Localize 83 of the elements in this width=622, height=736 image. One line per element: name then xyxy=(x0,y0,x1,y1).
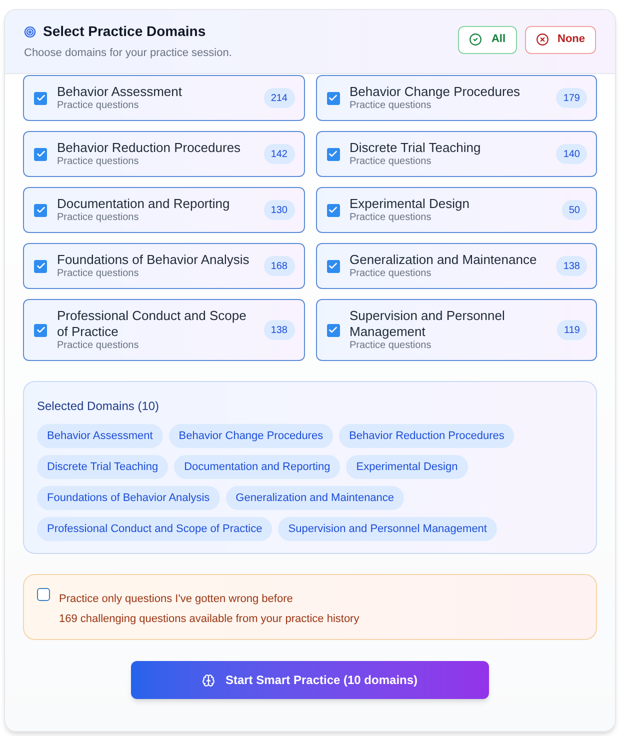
domain-title: Professional Conduct and Scope of Practice xyxy=(57,308,248,340)
domain-subtitle: Practice questions xyxy=(57,340,140,352)
checkmark-icon xyxy=(36,93,46,103)
domain-subtitle: Practice questions xyxy=(350,156,432,168)
checkbox[interactable] xyxy=(34,204,47,216)
checkmark-icon xyxy=(328,325,338,335)
count-badge: 119 xyxy=(557,320,587,340)
count-badge: 179 xyxy=(556,88,587,108)
domain-title: Discrete Trial Teaching xyxy=(350,140,482,156)
checkbox[interactable] xyxy=(326,324,340,336)
wrong-answers-label: Practice only questions I've gotten wrong before xyxy=(59,592,294,607)
header-title: Select Practice Domains xyxy=(43,22,206,42)
domain-chip: Documentation and Reporting xyxy=(174,455,340,479)
checkbox[interactable] xyxy=(326,260,340,272)
count-badge: 214 xyxy=(264,88,294,108)
domain-card[interactable]: Supervision and Personnel Management Practice questions 119 xyxy=(316,299,597,361)
checkbox[interactable] xyxy=(34,324,47,336)
checkmark-icon xyxy=(36,261,46,271)
domain-title: Behavior Assessment xyxy=(57,84,184,100)
domain-subtitle: Practice questions xyxy=(57,212,140,224)
checkbox[interactable] xyxy=(326,92,340,104)
domain-subtitle: Practice questions xyxy=(350,268,432,280)
checkmark-icon xyxy=(36,149,46,159)
domain-chip: Behavior Assessment xyxy=(37,424,163,448)
domain-title: Experimental Design xyxy=(350,196,470,212)
domain-title: Behavior Reduction Procedures xyxy=(57,140,242,156)
checkmark-icon xyxy=(328,93,338,103)
domain-card[interactable]: Professional Conduct and Scope of Practice Practice questions 138 xyxy=(23,299,304,361)
checkmark-icon xyxy=(36,205,46,215)
domain-card[interactable]: Documentation and Reporting Practice questions 130 xyxy=(23,187,304,233)
checkbox[interactable] xyxy=(34,92,47,104)
checkbox[interactable] xyxy=(34,260,47,272)
count-badge: 138 xyxy=(264,320,294,340)
count-badge: 130 xyxy=(264,200,294,220)
check-circle-icon xyxy=(469,33,482,46)
select-all-button[interactable]: All xyxy=(458,26,516,54)
count-badge: 142 xyxy=(264,144,294,164)
domain-card[interactable]: Generalization and Maintenance Practice questions 138 xyxy=(316,243,597,289)
checkmark-icon xyxy=(328,205,338,215)
domain-card[interactable]: Behavior Reduction Procedures Practice questions 142 xyxy=(23,131,304,177)
count-badge: 140 xyxy=(556,144,587,164)
domain-chip: Behavior Reduction Procedures xyxy=(339,424,514,448)
checkmark-icon xyxy=(328,261,338,271)
domain-title: Generalization and Maintenance xyxy=(350,252,538,268)
domain-chip: Experimental Design xyxy=(346,455,468,479)
domain-subtitle: Practice questions xyxy=(350,212,432,224)
domain-chip: Behavior Change Procedures xyxy=(168,424,334,448)
checkbox[interactable] xyxy=(326,148,340,160)
select-none-button[interactable]: None xyxy=(524,26,596,54)
checkmark-icon xyxy=(328,149,338,159)
checkbox[interactable] xyxy=(326,204,340,216)
count-badge: 168 xyxy=(264,256,294,276)
selected-domains-title: Selected Domains (10) xyxy=(37,398,160,415)
brain-icon xyxy=(202,674,216,686)
wrong-answers-note: 169 challenging questions available from your practice history xyxy=(59,612,360,627)
domain-card[interactable]: Behavior Change Procedures Practice questions 179 xyxy=(316,75,597,121)
start-practice-button[interactable]: Start Smart Practice (10 domains) xyxy=(131,661,489,699)
count-badge: 138 xyxy=(556,256,587,276)
domain-chip: Generalization and Maintenance xyxy=(226,486,404,510)
domain-title: Behavior Change Procedures xyxy=(350,84,522,100)
domain-title: Foundations of Behavior Analysis xyxy=(57,252,250,268)
count-badge: 50 xyxy=(562,200,587,220)
domain-subtitle: Practice questions xyxy=(57,268,140,280)
domain-card[interactable]: Experimental Design Practice questions 50 xyxy=(316,187,597,233)
checkbox[interactable] xyxy=(34,148,47,160)
domain-chip: Foundations of Behavior Analysis xyxy=(37,486,220,510)
domain-subtitle: Practice questions xyxy=(57,156,140,168)
domain-card[interactable]: Foundations of Behavior Analysis Practice questions 168 xyxy=(23,243,304,289)
domain-chip: Professional Conduct and Scope of Practice xyxy=(37,517,272,541)
domain-subtitle: Practice questions xyxy=(57,100,140,112)
domain-subtitle: Practice questions xyxy=(350,340,432,352)
domain-title: Documentation and Reporting xyxy=(57,196,231,212)
domain-chip: Discrete Trial Teaching xyxy=(37,455,168,479)
checkmark-icon xyxy=(36,325,46,335)
header-subtitle: Choose domains for your practice session. xyxy=(24,46,232,62)
target-icon xyxy=(24,26,36,38)
domain-title: Supervision and Personnel Management xyxy=(350,308,506,340)
domain-card[interactable]: Behavior Assessment Practice questions 214 xyxy=(23,75,304,121)
domain-chip: Supervision and Personnel Management xyxy=(278,517,497,541)
checkbox[interactable] xyxy=(37,588,50,601)
domain-card[interactable]: Discrete Trial Teaching Practice questions 140 xyxy=(316,131,597,177)
domain-subtitle: Practice questions xyxy=(350,100,432,112)
close-circle-icon xyxy=(536,33,548,46)
